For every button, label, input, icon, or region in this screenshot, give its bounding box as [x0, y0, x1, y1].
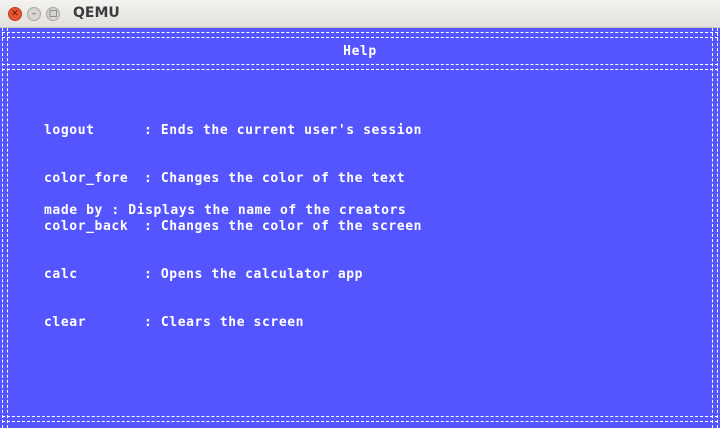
command-row: clear : Clears the screen: [44, 315, 422, 331]
minimize-icon[interactable]: –: [27, 7, 41, 21]
command-description: : Changes the color of the text: [144, 171, 406, 186]
command-name: color_fore: [44, 171, 129, 186]
command-description: : Clears the screen: [144, 315, 305, 330]
command-row: color_fore : Changes the color of the tex…: [44, 171, 422, 187]
heading-border: [2, 64, 718, 70]
command-row: calc : Opens the calculator app: [44, 267, 422, 283]
command-row: logout : Ends the current user's session: [44, 123, 422, 139]
left-border: [2, 28, 8, 428]
help-heading: Help: [343, 44, 377, 59]
bottom-border: [2, 416, 718, 422]
window-titlebar[interactable]: ✕ – □ QEMU: [0, 0, 720, 28]
command-name: logout: [44, 123, 95, 138]
command-description: : Ends the current user's session: [144, 123, 423, 138]
command-list: logout: Ends the current user's session …: [44, 91, 422, 363]
command-name: color_back: [44, 219, 129, 234]
window-title: QEMU: [73, 5, 120, 21]
command-name: calc: [44, 267, 78, 282]
right-border: [712, 28, 718, 428]
close-icon[interactable]: ✕: [8, 7, 22, 21]
command-row: color_back : Changes the color of the scr…: [44, 219, 422, 235]
command-description: : Opens the calculator app: [144, 267, 364, 282]
command-description: : Changes the color of the screen: [144, 219, 423, 234]
credits-line: made by : Displays the name of the creat…: [44, 203, 407, 218]
vm-screen[interactable]: Help logout : Ends the current user's ses…: [0, 28, 720, 428]
command-name: clear: [44, 315, 87, 330]
top-border: [2, 32, 718, 38]
maximize-icon[interactable]: □: [46, 7, 60, 21]
